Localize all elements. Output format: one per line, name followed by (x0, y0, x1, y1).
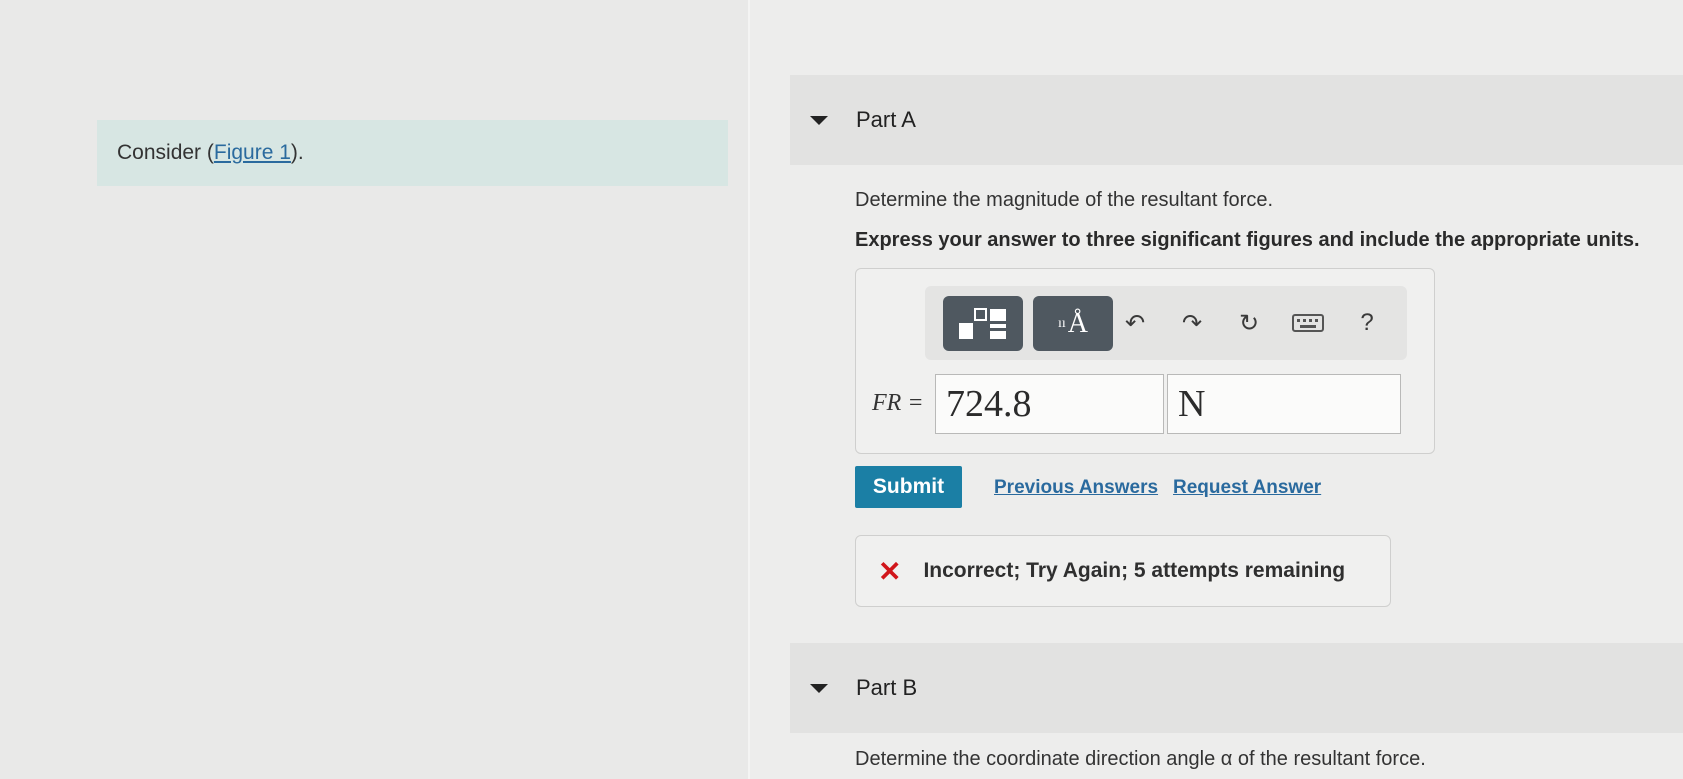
redo-icon[interactable]: ↷ (1175, 306, 1209, 340)
math-toolbar: ıı Å ↶ ↷ ↻ ? (925, 286, 1407, 360)
collapse-caret-icon[interactable] (810, 115, 828, 125)
consider-box: Consider ( Figure 1 ). (97, 120, 728, 186)
reset-icon[interactable]: ↻ (1232, 306, 1266, 340)
keyboard-icon[interactable] (1291, 306, 1325, 340)
left-pane (0, 0, 748, 779)
undo-icon[interactable]: ↶ (1118, 306, 1152, 340)
part-a-title: Part A (856, 107, 916, 132)
figure-link[interactable]: Figure 1 (214, 141, 291, 165)
part-a-instruction: Express your answer to three significant… (855, 229, 1640, 251)
value-input[interactable]: 724.8 (935, 374, 1164, 434)
part-a-header[interactable]: Part A (790, 75, 1683, 165)
feedback-text: Incorrect; Try Again; 5 attempts remaini… (923, 559, 1346, 582)
consider-suffix: ). (290, 141, 304, 164)
templates-icon[interactable] (943, 296, 1023, 351)
consider-prefix: Consider ( (117, 141, 214, 164)
part-b-title: Part B (856, 675, 918, 700)
feedback-message: ✕ Incorrect; Try Again; 5 attempts remai… (855, 535, 1391, 607)
submit-button[interactable]: Submit (855, 466, 962, 508)
request-answer-link[interactable]: Request Answer (1173, 477, 1321, 499)
previous-answers-link[interactable]: Previous Answers (994, 477, 1158, 499)
variable-label: FR = (872, 390, 924, 416)
error-x-icon: ✕ (878, 555, 902, 587)
collapse-caret-icon[interactable] (810, 683, 828, 693)
part-a-question: Determine the magnitude of the resultant… (855, 189, 1274, 211)
part-b-header[interactable]: Part B (790, 643, 1683, 733)
units-icon[interactable]: ıı Å (1033, 296, 1113, 351)
unit-input[interactable]: N (1167, 374, 1401, 434)
part-b-question: Determine the coordinate direction angle… (855, 748, 1426, 770)
help-icon[interactable]: ? (1350, 306, 1384, 340)
